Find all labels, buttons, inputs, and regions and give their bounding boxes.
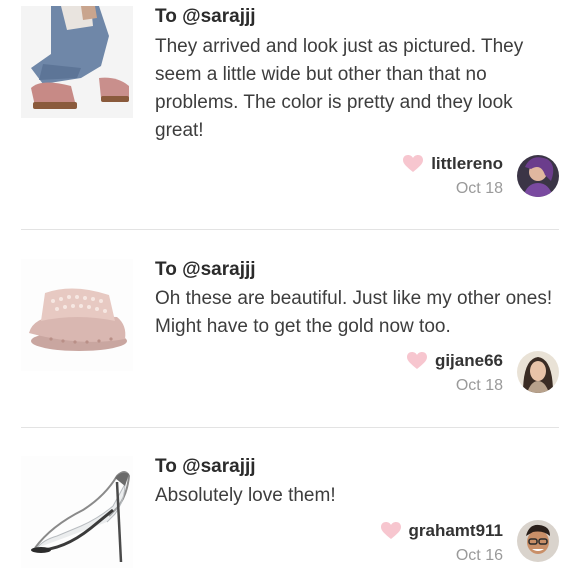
- review-text: They arrived and look just as pictured. …: [155, 36, 524, 141]
- product-thumbnail[interactable]: [21, 456, 133, 568]
- heart-icon[interactable]: [406, 352, 427, 370]
- velvet-slide-sandal-photo: [21, 6, 133, 118]
- clear-stiletto-pump-photo: [21, 456, 133, 568]
- review-item: To @sarajjj They arrived and look just a…: [0, 0, 580, 228]
- review-item: To @sarajjj Absolutely love them! graham…: [0, 428, 580, 580]
- review-meta: grahamt911 Oct 16: [380, 519, 504, 565]
- review-text: Oh these are beautiful. Just like my oth…: [155, 288, 553, 337]
- avatar[interactable]: [517, 351, 559, 393]
- user-avatar-photo: [517, 351, 559, 393]
- review-recipient[interactable]: To @sarajjj: [155, 259, 256, 281]
- product-thumbnail[interactable]: [21, 6, 133, 118]
- review-meta: gijane66 Oct 18: [406, 349, 503, 395]
- heart-icon[interactable]: [403, 155, 424, 173]
- review-date: Oct 18: [455, 180, 503, 197]
- reviewer-username[interactable]: grahamt911: [409, 521, 504, 541]
- user-avatar-photo: [517, 155, 559, 197]
- product-thumbnail[interactable]: [21, 259, 133, 371]
- reviewer-username[interactable]: gijane66: [435, 351, 503, 371]
- review-meta: littlereno Oct 18: [403, 152, 503, 198]
- review-text: Absolutely love them!: [155, 485, 336, 506]
- review-recipient[interactable]: To @sarajjj: [155, 6, 256, 28]
- review-date: Oct 18: [455, 377, 503, 394]
- user-avatar-photo: [517, 520, 559, 562]
- rose-gold-embellished-slide-photo: [21, 259, 133, 371]
- avatar[interactable]: [517, 155, 559, 197]
- review-date: Oct 16: [455, 547, 503, 564]
- heart-icon[interactable]: [380, 522, 401, 540]
- avatar[interactable]: [517, 520, 559, 562]
- review-feed: To @sarajjj They arrived and look just a…: [0, 0, 580, 580]
- reviewer-username[interactable]: littlereno: [431, 154, 503, 174]
- review-item: To @sarajjj Oh these are beautiful. Just…: [0, 230, 580, 427]
- review-recipient[interactable]: To @sarajjj: [155, 456, 256, 478]
